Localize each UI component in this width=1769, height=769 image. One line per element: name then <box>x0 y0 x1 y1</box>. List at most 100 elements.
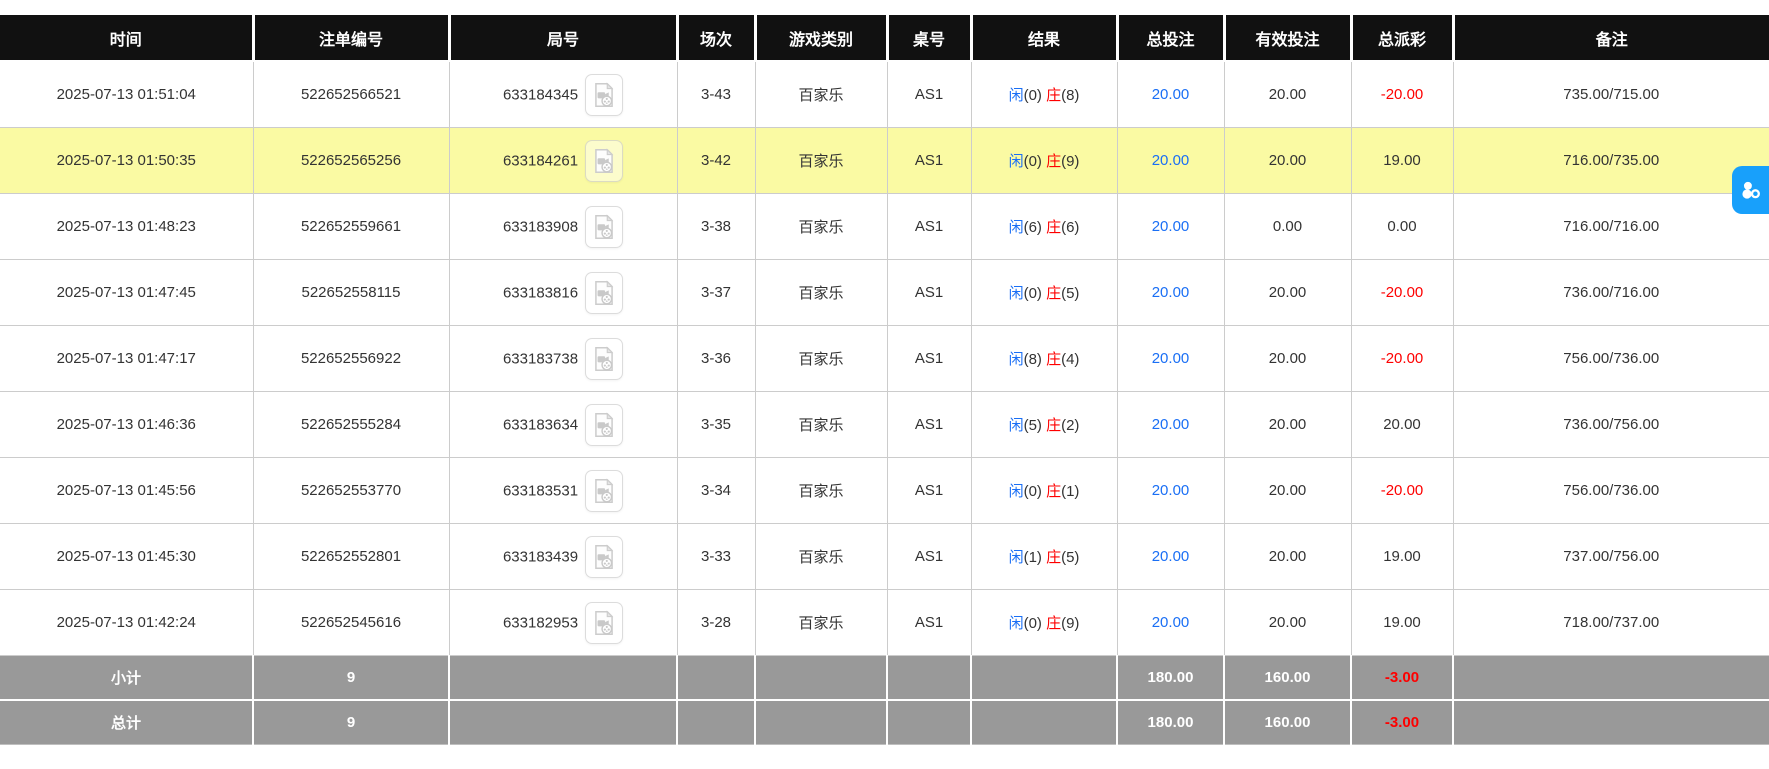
cell-session: 3-42 <box>677 128 755 194</box>
header-cell-bet-id: 注单编号 <box>253 15 449 61</box>
cell-game: 百家乐 <box>755 260 887 326</box>
banker-score: (2) <box>1061 417 1079 434</box>
video-replay-button[interactable] <box>585 272 623 314</box>
table-row[interactable]: 2025-07-13 01:51:04522652566521633184345… <box>0 61 1769 128</box>
summary-empty-result <box>971 700 1117 745</box>
cell-result: 闲(0) 庄(1) <box>971 458 1117 524</box>
cell-valid-bet: 20.00 <box>1224 61 1351 128</box>
summary-total-bet: 180.00 <box>1117 700 1224 745</box>
table-row[interactable]: 2025-07-13 01:45:56522652553770633183531… <box>0 458 1769 524</box>
video-replay-button[interactable] <box>585 536 623 578</box>
cell-session: 3-35 <box>677 392 755 458</box>
cell-round: 633183531 <box>449 458 677 524</box>
cell-bet-id: 522652552801 <box>253 524 449 590</box>
summary-empty-result <box>971 656 1117 701</box>
cell-time: 2025-07-13 01:46:36 <box>0 392 253 458</box>
player-score: (0) <box>1024 153 1047 170</box>
cell-round: 633184261 <box>449 128 677 194</box>
table-row[interactable]: 2025-07-13 01:45:30522652552801633183439… <box>0 524 1769 590</box>
table-footer: 小计9180.00160.00-3.00总计9180.00160.00-3.00 <box>0 656 1769 745</box>
player-label: 闲 <box>1009 351 1024 368</box>
table-row[interactable]: 2025-07-13 01:47:45522652558115633183816… <box>0 260 1769 326</box>
player-score: (5) <box>1024 417 1047 434</box>
header-cell-session: 场次 <box>677 15 755 61</box>
table-row[interactable]: 2025-07-13 01:47:17522652556922633183738… <box>0 326 1769 392</box>
cell-game: 百家乐 <box>755 524 887 590</box>
summary-total-bet: 180.00 <box>1117 656 1224 701</box>
table-row[interactable]: 2025-07-13 01:48:23522652559661633183908… <box>0 194 1769 260</box>
summary-count: 9 <box>253 700 449 745</box>
cell-result: 闲(6) 庄(6) <box>971 194 1117 260</box>
cell-result: 闲(0) 庄(5) <box>971 260 1117 326</box>
summary-empty-session <box>677 700 755 745</box>
player-label: 闲 <box>1009 87 1024 104</box>
player-score: (6) <box>1024 219 1047 236</box>
cell-table-no: AS1 <box>887 590 971 656</box>
summary-row: 总计9180.00160.00-3.00 <box>0 700 1769 745</box>
cell-payout: 19.00 <box>1351 128 1453 194</box>
player-label: 闲 <box>1009 285 1024 302</box>
video-replay-button[interactable] <box>585 140 623 182</box>
summary-label: 总计 <box>0 700 253 745</box>
player-label: 闲 <box>1009 549 1024 566</box>
cell-note: 735.00/715.00 <box>1453 61 1769 128</box>
video-replay-button[interactable] <box>585 206 623 248</box>
banker-label: 庄 <box>1046 87 1061 104</box>
banker-score: (4) <box>1061 351 1079 368</box>
table-row[interactable]: 2025-07-13 01:42:24522652545616633182953… <box>0 590 1769 656</box>
cell-result: 闲(0) 庄(9) <box>971 128 1117 194</box>
player-score: (0) <box>1024 615 1047 632</box>
summary-empty-game <box>755 700 887 745</box>
summary-empty-session <box>677 656 755 701</box>
summary-empty-table-no <box>887 700 971 745</box>
cell-payout: 19.00 <box>1351 524 1453 590</box>
cell-table-no: AS1 <box>887 458 971 524</box>
cell-valid-bet: 20.00 <box>1224 458 1351 524</box>
cell-bet-id: 522652555284 <box>253 392 449 458</box>
cell-payout: 0.00 <box>1351 194 1453 260</box>
cell-payout: -20.00 <box>1351 260 1453 326</box>
round-number: 633183908 <box>503 218 578 235</box>
banker-label: 庄 <box>1046 483 1061 500</box>
cell-round: 633183738 <box>449 326 677 392</box>
video-replay-button[interactable] <box>585 338 623 380</box>
banker-score: (9) <box>1061 615 1079 632</box>
video-file-icon <box>591 543 617 571</box>
video-file-icon <box>591 279 617 307</box>
round-number: 633184261 <box>503 152 578 169</box>
cell-table-no: AS1 <box>887 194 971 260</box>
banker-score: (8) <box>1061 87 1079 104</box>
video-file-icon <box>591 213 617 241</box>
round-number: 633183439 <box>503 548 578 565</box>
round-number: 633183738 <box>503 350 578 367</box>
summary-empty-game <box>755 656 887 701</box>
table-row[interactable]: 2025-07-13 01:46:36522652555284633183634… <box>0 392 1769 458</box>
cell-total-bet: 20.00 <box>1117 392 1224 458</box>
cell-result: 闲(1) 庄(5) <box>971 524 1117 590</box>
table-header: 时间注单编号局号场次游戏类别桌号结果总投注有效投注总派彩备注 <box>0 15 1769 61</box>
video-file-icon <box>591 609 617 637</box>
player-label: 闲 <box>1009 615 1024 632</box>
cell-valid-bet: 20.00 <box>1224 524 1351 590</box>
banker-label: 庄 <box>1046 549 1061 566</box>
banker-label: 庄 <box>1046 351 1061 368</box>
cell-bet-id: 522652545616 <box>253 590 449 656</box>
header-cell-valid-bet: 有效投注 <box>1224 15 1351 61</box>
cell-session: 3-36 <box>677 326 755 392</box>
video-replay-button[interactable] <box>585 470 623 512</box>
header-row: 时间注单编号局号场次游戏类别桌号结果总投注有效投注总派彩备注 <box>0 15 1769 61</box>
round-number: 633182953 <box>503 614 578 631</box>
banker-label: 庄 <box>1046 153 1061 170</box>
video-file-icon <box>591 411 617 439</box>
floating-share-button[interactable] <box>1732 166 1769 214</box>
video-replay-button[interactable] <box>585 404 623 446</box>
cell-session: 3-43 <box>677 61 755 128</box>
header-cell-total-bet: 总投注 <box>1117 15 1224 61</box>
video-replay-button[interactable] <box>585 74 623 116</box>
video-replay-button[interactable] <box>585 602 623 644</box>
cell-game: 百家乐 <box>755 392 887 458</box>
table-row[interactable]: 2025-07-13 01:50:35522652565256633184261… <box>0 128 1769 194</box>
table-body: 2025-07-13 01:51:04522652566521633184345… <box>0 61 1769 656</box>
summary-payout: -3.00 <box>1351 700 1453 745</box>
cell-table-no: AS1 <box>887 128 971 194</box>
